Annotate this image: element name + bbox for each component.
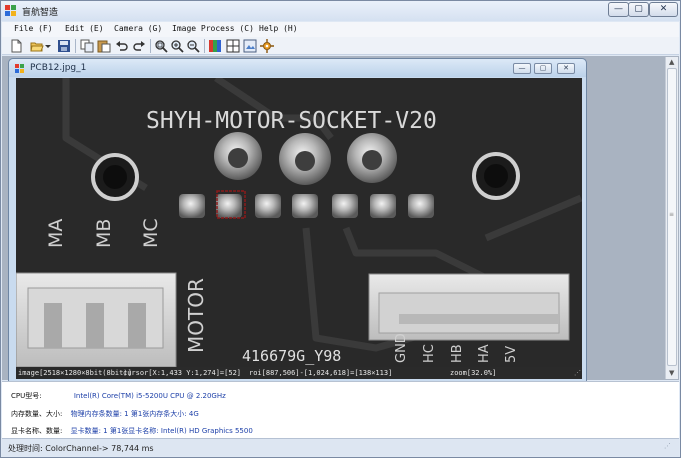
scroll-up-arrow-icon[interactable]: ▲	[669, 58, 674, 66]
menu-file[interactable]: File (F)	[14, 24, 53, 33]
system-info-panel: CPU型号: Intel(R) Core(TM) i5-5200U CPU @ …	[2, 381, 679, 438]
toolbar-separator	[75, 39, 76, 53]
zoom-fit-icon[interactable]	[154, 39, 168, 53]
memory-value: 物理内存条数量: 1 第1张内存条大小: 4G	[70, 410, 199, 418]
image-child-window: PCB12.jpg_1 — ▢ ✕ SHYH-MOTOR-SOCKET-V20 …	[8, 58, 587, 384]
pin-label-ha: HA	[477, 344, 492, 363]
toolbar	[2, 37, 679, 55]
redo-icon[interactable]	[132, 39, 146, 53]
roi-readout: roi[887,506]-[1,024,618]=[138×113]	[249, 369, 393, 377]
zoom-in-icon[interactable]	[170, 39, 184, 53]
hall-connector	[368, 273, 570, 341]
pin-label-5v: 5V	[504, 346, 519, 363]
paste-icon[interactable]	[97, 39, 111, 53]
app-icon	[5, 5, 16, 16]
status-bar: 处理时间: ColorChannel-> 78,744 ms	[2, 438, 679, 456]
image-size-readout: image[2518×1280×8bit(8bit)]	[18, 369, 132, 377]
image-export-icon[interactable]	[243, 39, 257, 53]
image-window-title-bar[interactable]: PCB12.jpg_1 — ▢ ✕	[9, 59, 586, 77]
pin-label-gnd: GND	[394, 333, 409, 363]
label-mc: MC	[140, 218, 162, 248]
grid-icon[interactable]	[226, 39, 240, 53]
gpu-label: 显卡名称、数量:	[11, 427, 63, 435]
zoom-readout: zoom[32.0%]	[450, 369, 497, 377]
dropdown-arrow-icon[interactable]	[44, 39, 52, 53]
main-window: 盲航智造 — ▢ ✕ File (F) Edit (E) Camera (G) …	[0, 0, 681, 458]
pin-label-hc: HC	[422, 344, 437, 363]
image-status-line: image[2518×1280×8bit(8bit)] cursor[X:1,4…	[16, 367, 582, 379]
copy-icon[interactable]	[80, 39, 94, 53]
label-ma: MA	[45, 219, 67, 248]
pcb-image-canvas[interactable]: SHYH-MOTOR-SOCKET-V20 MA MB MC MOTOR GND…	[16, 78, 582, 367]
memory-info-row: 内存数量、大小: 物理内存条数量: 1 第1张内存条大小: 4G	[11, 409, 199, 419]
gpu-info-row: 显卡名称、数量: 显卡数量: 1 第1张显卡名称: Intel(R) HD Gr…	[11, 426, 253, 436]
cpu-label: CPU型号:	[11, 392, 42, 400]
settings-icon[interactable]	[260, 39, 274, 53]
image-window-close-button[interactable]: ✕	[557, 63, 575, 74]
memory-label: 内存数量、大小:	[11, 410, 63, 418]
solder-joints-large	[214, 132, 397, 185]
image-window-restore-button[interactable]: ▢	[534, 63, 552, 74]
title-bar[interactable]: 盲航智造 — ▢ ✕	[1, 1, 680, 21]
toolbar-separator	[204, 39, 205, 53]
cpu-value: Intel(R) Core(TM) i5-5200U CPU @ 2.20GHz	[73, 392, 226, 400]
pcb-image: SHYH-MOTOR-SOCKET-V20 MA MB MC MOTOR GND…	[16, 78, 582, 367]
window-title: 盲航智造	[22, 8, 59, 18]
undo-icon[interactable]	[115, 39, 129, 53]
label-motor: MOTOR	[184, 278, 208, 353]
cursor-readout: cursor[X:1,433 Y:1,274]=[52]	[123, 369, 242, 377]
menu-image-process[interactable]: Image Process (C)	[172, 24, 254, 33]
maximize-button[interactable]: ▢	[628, 2, 649, 17]
pin-label-hb: HB	[450, 344, 465, 363]
menu-bar: File (F) Edit (E) Camera (G) Image Proce…	[2, 22, 679, 37]
scroll-down-arrow-icon[interactable]: ▼	[669, 369, 674, 377]
motor-connector	[16, 272, 177, 367]
scroll-grip-icon: ≡	[669, 211, 675, 218]
new-file-icon[interactable]	[9, 39, 23, 53]
serial-number-text: 416679G_Y98	[242, 347, 341, 365]
image-window-title: PCB12.jpg_1	[30, 63, 87, 73]
board-silkscreen-text: SHYH-MOTOR-SOCKET-V20	[146, 108, 437, 134]
window-resize-grip-icon[interactable]: ⋰	[664, 442, 671, 450]
save-icon[interactable]	[57, 39, 71, 53]
menu-edit[interactable]: Edit (E)	[65, 24, 104, 33]
zoom-out-icon[interactable]	[186, 39, 200, 53]
gpu-value: 显卡数量: 1 第1张显卡名称: Intel(R) HD Graphics 55…	[70, 427, 253, 435]
resize-grip-icon[interactable]: ⋰	[574, 369, 581, 377]
close-button[interactable]: ✕	[649, 2, 678, 17]
menu-camera[interactable]: Camera (G)	[114, 24, 162, 33]
minimize-button[interactable]: —	[608, 2, 629, 17]
color-channel-icon[interactable]	[208, 39, 222, 53]
menu-help[interactable]: Help (H)	[259, 24, 298, 33]
toolbar-separator	[150, 39, 151, 53]
image-window-icon	[15, 64, 24, 73]
image-window-minimize-button[interactable]: —	[513, 63, 531, 74]
label-mb: MB	[93, 219, 115, 248]
vertical-scrollbar[interactable]: ▲ ≡ ▼	[665, 57, 678, 379]
cpu-info-row: CPU型号: Intel(R) Core(TM) i5-5200U CPU @ …	[11, 391, 226, 401]
processing-time-text: 处理时间: ColorChannel-> 78,744 ms	[8, 444, 154, 453]
open-folder-icon[interactable]	[30, 39, 44, 53]
